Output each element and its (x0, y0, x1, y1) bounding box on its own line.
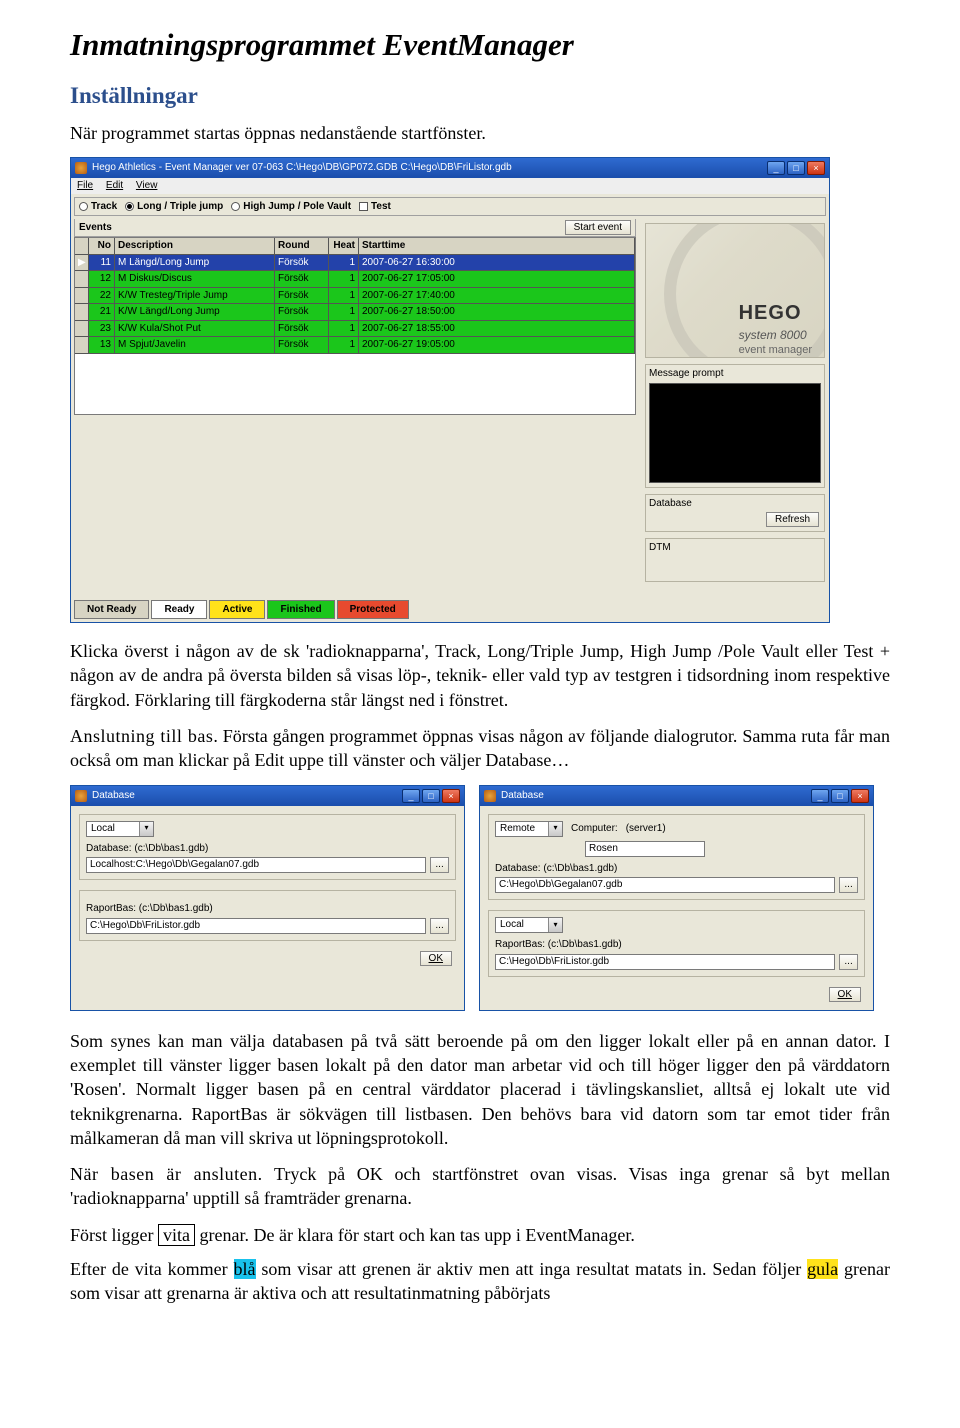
menu-edit[interactable]: Edit (106, 180, 123, 191)
browse-button[interactable]: ... (839, 877, 858, 893)
close-button[interactable]: × (851, 789, 869, 803)
computer-hint: (server1) (626, 822, 666, 836)
legend-yellow-highlight: gula (807, 1259, 838, 1279)
chevron-down-icon: ▾ (548, 822, 562, 836)
browse-button[interactable]: ... (839, 954, 858, 970)
menu-file[interactable]: File (77, 180, 93, 191)
legend-finished: Finished (267, 600, 334, 620)
radio-track[interactable]: Track (79, 200, 117, 214)
raportbas-connection-dropdown[interactable]: Local▾ (495, 917, 563, 933)
legend-active: Active (209, 600, 265, 620)
radio-high-pole[interactable]: High Jump / Pole Vault (231, 200, 351, 214)
database-panel: Database Refresh (645, 494, 825, 533)
minimize-button[interactable]: _ (811, 789, 829, 803)
legend-blue-highlight: blå (234, 1259, 256, 1279)
minimize-button[interactable]: _ (402, 789, 420, 803)
legend-ready: Ready (151, 600, 207, 620)
raportbas-path-input[interactable]: C:\Hego\Db\FriListor.gdb (86, 918, 426, 934)
db-path-input[interactable]: C:\Hego\Db\Gegalan07.gdb (495, 877, 835, 893)
refresh-button[interactable]: Refresh (766, 512, 819, 527)
checkbox-test[interactable]: Test (359, 200, 391, 214)
radio-long-triple[interactable]: Long / Triple jump (125, 200, 223, 214)
table-row[interactable]: 23K/W Kula/Shot PutFörsök12007-06-27 18:… (75, 321, 635, 338)
discipline-radio-row: Track Long / Triple jump High Jump / Pol… (74, 197, 826, 217)
paragraph-2: Klicka överst i någon av de sk 'radiokna… (70, 639, 890, 712)
logo-sub: system 8000 (739, 327, 812, 343)
database-dialog-remote: Database _ □ × Remote▾ Computer: (server… (479, 785, 874, 1011)
db-label: Database: (c:\Db\bas1.gdb) (86, 842, 449, 856)
paragraph-3: Anslutning till bas. Första gången progr… (70, 724, 890, 773)
eventmanager-window: Hego Athletics - Event Manager ver 07-06… (70, 157, 830, 623)
browse-button[interactable]: ... (430, 918, 449, 934)
table-row[interactable]: 13M Spjut/JavelinFörsök12007-06-27 19:05… (75, 337, 635, 354)
dialog-title: Database (501, 789, 811, 803)
browse-button[interactable]: ... (430, 857, 449, 873)
message-display (649, 383, 821, 483)
window-title: Hego Athletics - Event Manager ver 07-06… (92, 161, 767, 175)
computer-label: Computer: (571, 822, 618, 836)
titlebar: Hego Athletics - Event Manager ver 07-06… (71, 158, 829, 178)
dialog-title: Database (92, 789, 402, 803)
menubar: File Edit View (71, 178, 829, 194)
events-grid[interactable]: No Description Round Heat Starttime ▶11M… (74, 237, 636, 415)
raportbas-path-input[interactable]: C:\Hego\Db\FriListor.gdb (495, 954, 835, 970)
db-path-input[interactable]: Localhost:C:\Hego\Db\Gegalan07.gdb (86, 857, 426, 873)
close-button[interactable]: × (807, 161, 825, 175)
table-row[interactable]: ▶11M Längd/Long JumpFörsök12007-06-27 16… (75, 255, 635, 272)
minimize-button[interactable]: _ (767, 161, 785, 175)
table-row[interactable]: 12M Diskus/DiscusFörsök12007-06-27 17:05… (75, 271, 635, 288)
intro-text: När programmet startas öppnas nedanståen… (70, 121, 890, 145)
logo-panel: HEGO system 8000 event manager (645, 223, 825, 358)
paragraph-6: Först ligger vita grenar. De är klara fö… (70, 1223, 890, 1247)
ok-button[interactable]: OK (829, 987, 861, 1002)
ok-button[interactable]: OK (420, 951, 452, 966)
app-icon (75, 790, 87, 802)
app-icon (75, 162, 87, 174)
menu-view[interactable]: View (136, 180, 158, 191)
grid-header: No Description Round Heat Starttime (75, 238, 635, 255)
connection-type-dropdown[interactable]: Local▾ (86, 821, 154, 837)
paragraph-5: När basen är ansluten. Tryck på OK och s… (70, 1162, 890, 1211)
logo-text: HEGO (739, 300, 812, 327)
paragraph-4: Som synes kan man välja databasen på två… (70, 1029, 890, 1150)
raportbas-label: RaportBas: (c:\Db\bas1.gdb) (495, 938, 858, 952)
paragraph-7: Efter de vita kommer blå som visar att g… (70, 1257, 890, 1306)
db-label: Database: (c:\Db\bas1.gdb) (495, 862, 858, 876)
events-header: Events Start event (74, 219, 636, 237)
events-label: Events (79, 221, 112, 235)
status-legend: Not Ready Ready Active Finished Protecte… (74, 600, 636, 620)
page-title: Inmatningsprogrammet EventManager (70, 24, 890, 66)
database-dialog-local: Database _ □ × Local▾ Database: (c:\Db\b… (70, 785, 465, 1011)
logo-sub2: event manager (739, 343, 812, 358)
table-row[interactable]: 21K/W Längd/Long JumpFörsök12007-06-27 1… (75, 304, 635, 321)
legend-not-ready: Not Ready (74, 600, 149, 620)
section-heading: Inställningar (70, 80, 890, 111)
maximize-button[interactable]: □ (787, 161, 805, 175)
maximize-button[interactable]: □ (831, 789, 849, 803)
dtm-panel: DTM (645, 538, 825, 582)
legend-white-box: vita (158, 1224, 195, 1246)
maximize-button[interactable]: □ (422, 789, 440, 803)
chevron-down-icon: ▾ (548, 918, 562, 932)
raportbas-label: RaportBas: (c:\Db\bas1.gdb) (86, 902, 449, 916)
table-row[interactable]: 22K/W Tresteg/Triple JumpFörsök12007-06-… (75, 288, 635, 305)
message-prompt-panel: Message prompt (645, 364, 825, 488)
close-button[interactable]: × (442, 789, 460, 803)
chevron-down-icon: ▾ (139, 822, 153, 836)
start-event-button[interactable]: Start event (565, 220, 631, 235)
computer-input[interactable]: Rosen (585, 841, 705, 857)
connection-type-dropdown[interactable]: Remote▾ (495, 821, 563, 837)
app-icon (484, 790, 496, 802)
legend-protected: Protected (337, 600, 409, 620)
